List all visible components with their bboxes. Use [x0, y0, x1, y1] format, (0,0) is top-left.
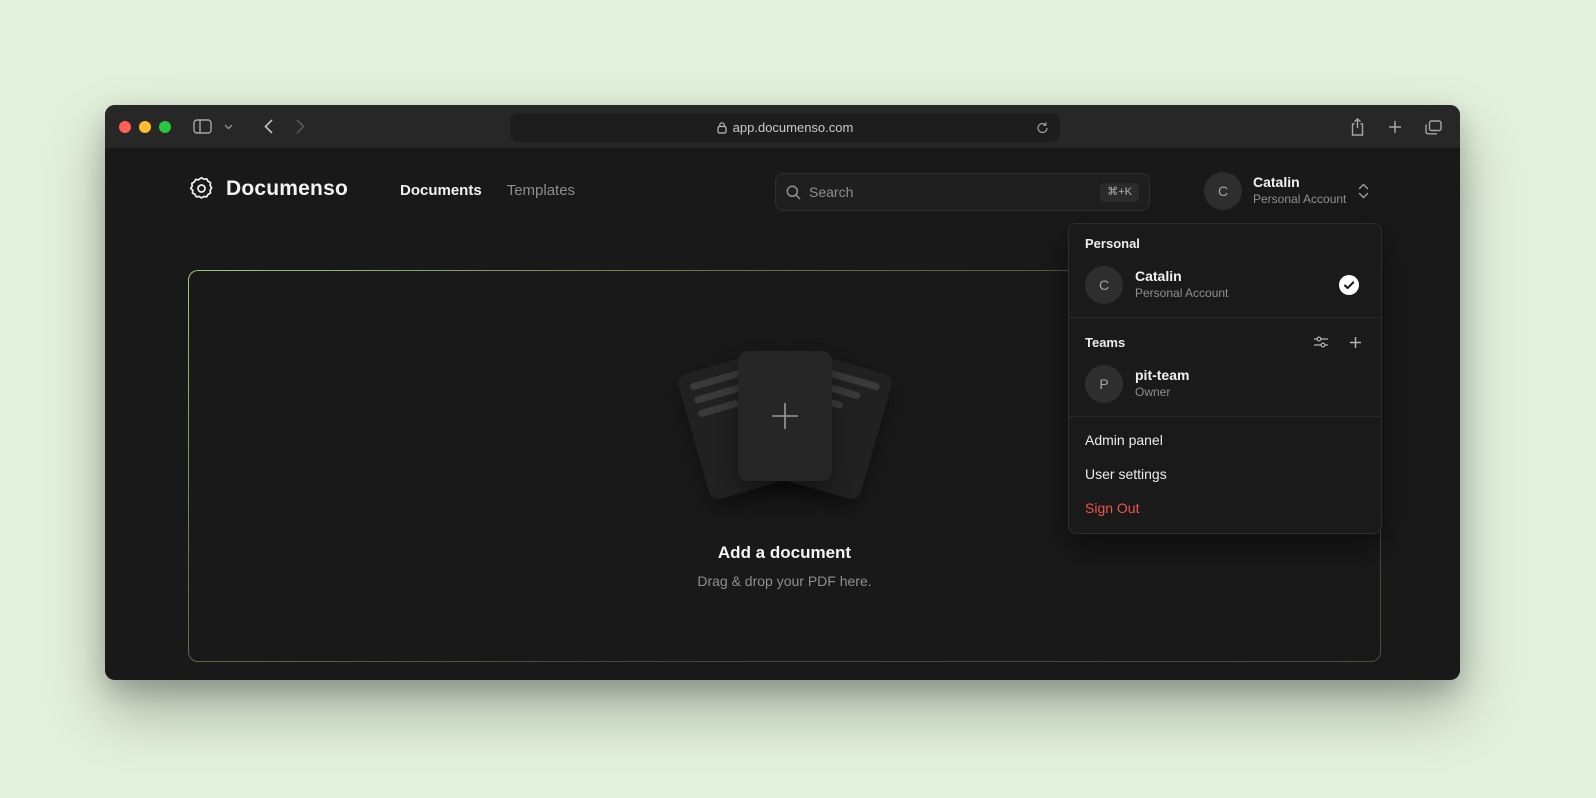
- selected-check: [1339, 275, 1359, 295]
- account-avatar: C: [1204, 172, 1242, 210]
- url-text: app.documenso.com: [733, 120, 854, 135]
- menu-divider: [1069, 416, 1381, 417]
- refresh-button[interactable]: [1030, 118, 1054, 138]
- add-document-plus-icon: [768, 399, 802, 433]
- plus-icon: [1388, 120, 1402, 134]
- share-icon: [1350, 118, 1365, 136]
- document-cards-illustration: [660, 343, 910, 511]
- search-box[interactable]: ⌘+K: [775, 173, 1150, 211]
- menu-item-user-settings[interactable]: User settings: [1069, 457, 1381, 491]
- menu-item-admin-panel[interactable]: Admin panel: [1069, 423, 1381, 457]
- team-avatar: P: [1085, 365, 1123, 403]
- brand-name: Documenso: [226, 177, 348, 201]
- nav-documents[interactable]: Documents: [400, 182, 482, 199]
- search-icon: [786, 185, 801, 200]
- dropzone-subtitle: Drag & drop your PDF here.: [697, 573, 871, 589]
- manage-teams-button[interactable]: [1311, 332, 1331, 352]
- personal-account-name: Catalin: [1135, 268, 1228, 286]
- back-button[interactable]: [253, 113, 283, 141]
- account-dropdown-menu: Personal C Catalin Personal Account Team…: [1068, 223, 1382, 534]
- tabs-icon: [1425, 120, 1442, 135]
- team-role: Owner: [1135, 385, 1189, 401]
- personal-account-item[interactable]: C Catalin Personal Account: [1075, 259, 1375, 311]
- sidebar-icon: [193, 119, 212, 134]
- account-menu-button[interactable]: C Catalin Personal Account: [1204, 172, 1370, 210]
- add-team-button[interactable]: [1345, 332, 1365, 352]
- account-text: Catalin Personal Account: [1253, 174, 1346, 207]
- forward-button[interactable]: [285, 113, 315, 141]
- team-text: pit-team Owner: [1135, 367, 1189, 400]
- account-name: Catalin: [1253, 174, 1346, 192]
- add-team-plus-icon: [1349, 336, 1362, 349]
- sidebar-menu-chevron-button[interactable]: [219, 113, 237, 141]
- lock-icon: [717, 121, 727, 134]
- team-settings-icon: [1313, 334, 1329, 350]
- chevron-up-down-icon: [1357, 182, 1370, 200]
- back-arrow-icon: [264, 119, 273, 134]
- search-shortcut-badge: ⌘+K: [1100, 183, 1139, 202]
- personal-account-text: Catalin Personal Account: [1135, 268, 1228, 301]
- main-nav: Documents Templates: [400, 182, 575, 199]
- browser-toolbar: app.documenso.com: [105, 105, 1460, 149]
- chevron-down-icon: [224, 124, 233, 130]
- close-window-button[interactable]: [119, 121, 131, 133]
- check-icon: [1339, 275, 1359, 295]
- new-tab-button[interactable]: [1380, 113, 1410, 141]
- account-type: Personal Account: [1253, 192, 1346, 208]
- personal-account-type: Personal Account: [1135, 286, 1228, 302]
- zoom-window-button[interactable]: [159, 121, 171, 133]
- nav-templates[interactable]: Templates: [507, 182, 575, 199]
- search-input[interactable]: [809, 184, 1092, 200]
- tab-overview-button[interactable]: [1418, 113, 1448, 141]
- documenso-app: Documenso Documents Templates ⌘+K C Cata…: [105, 149, 1460, 679]
- share-button[interactable]: [1342, 113, 1372, 141]
- teams-section-header: Teams: [1069, 324, 1381, 358]
- teams-header-icons: [1311, 332, 1365, 352]
- menu-divider: [1069, 317, 1381, 318]
- forward-arrow-icon: [296, 119, 305, 134]
- team-item[interactable]: P pit-team Owner: [1075, 358, 1375, 410]
- teams-section-label: Teams: [1085, 335, 1125, 350]
- documenso-logo-icon: [188, 175, 215, 202]
- personal-section-label: Personal: [1069, 232, 1381, 259]
- menu-item-sign-out[interactable]: Sign Out: [1069, 491, 1381, 525]
- toolbar-action-icons: [1342, 113, 1448, 141]
- refresh-icon: [1036, 121, 1049, 135]
- window-controls: [119, 121, 171, 133]
- personal-account-avatar: C: [1085, 266, 1123, 304]
- toolbar-nav-icons: [187, 113, 315, 141]
- dropzone-title: Add a document: [718, 543, 851, 563]
- team-name: pit-team: [1135, 367, 1189, 385]
- document-card-center: [738, 351, 832, 481]
- address-bar[interactable]: app.documenso.com: [510, 113, 1060, 142]
- sidebar-toggle-button[interactable]: [187, 113, 217, 141]
- minimize-window-button[interactable]: [139, 121, 151, 133]
- browser-window: app.documenso.com: [105, 105, 1460, 680]
- brand[interactable]: Documenso: [188, 175, 348, 202]
